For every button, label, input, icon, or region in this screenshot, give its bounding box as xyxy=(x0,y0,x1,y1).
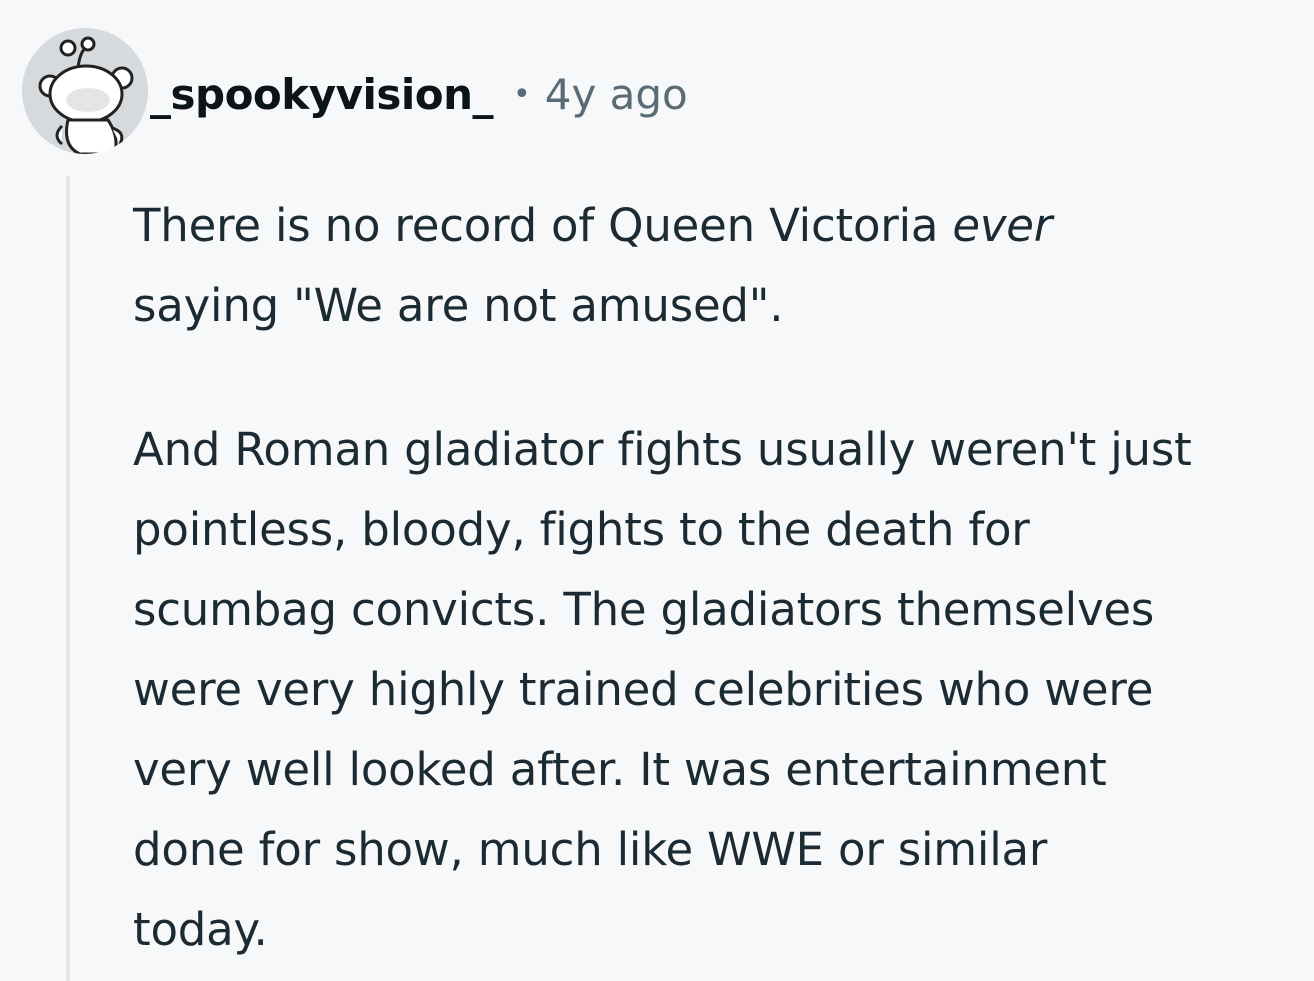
comment: _spookyvision_ • 4y ago There is no reco… xyxy=(0,0,1314,981)
comment-paragraph: There is no record of Queen Victoria eve… xyxy=(133,186,1308,346)
comment-text: There is no record of Queen Victoria xyxy=(133,199,953,252)
comment-line: were very highly trained celebrities who… xyxy=(133,663,1154,716)
comment-line: today. xyxy=(133,903,268,956)
comment-line: scumbag convicts. The gladiators themsel… xyxy=(133,583,1155,636)
comment-body: There is no record of Queen Victoria eve… xyxy=(133,186,1308,970)
comment-line: pointless, bloody, fights to the death f… xyxy=(133,503,1030,556)
comment-header: _spookyvision_ • 4y ago xyxy=(150,62,688,126)
thread-line[interactable] xyxy=(66,176,70,981)
reddit-snoo-avatar-icon[interactable] xyxy=(22,28,148,154)
comment-emphasis: ever xyxy=(952,199,1053,252)
comment-paragraph: And Roman gladiator fights usually weren… xyxy=(133,410,1308,970)
comment-line: very well looked after. It was entertain… xyxy=(133,743,1107,796)
comment-line: There is no record of Queen Victoria eve… xyxy=(133,186,1308,266)
comment-timestamp[interactable]: 4y ago xyxy=(545,70,688,119)
comment-line: done for show, much like WWE or similar xyxy=(133,823,1048,876)
meta-separator: • xyxy=(513,76,531,112)
comment-line: And Roman gladiator fights usually weren… xyxy=(133,423,1192,476)
username-link[interactable]: _spookyvision_ xyxy=(150,70,494,119)
comment-line: saying "We are not amused". xyxy=(133,279,784,332)
